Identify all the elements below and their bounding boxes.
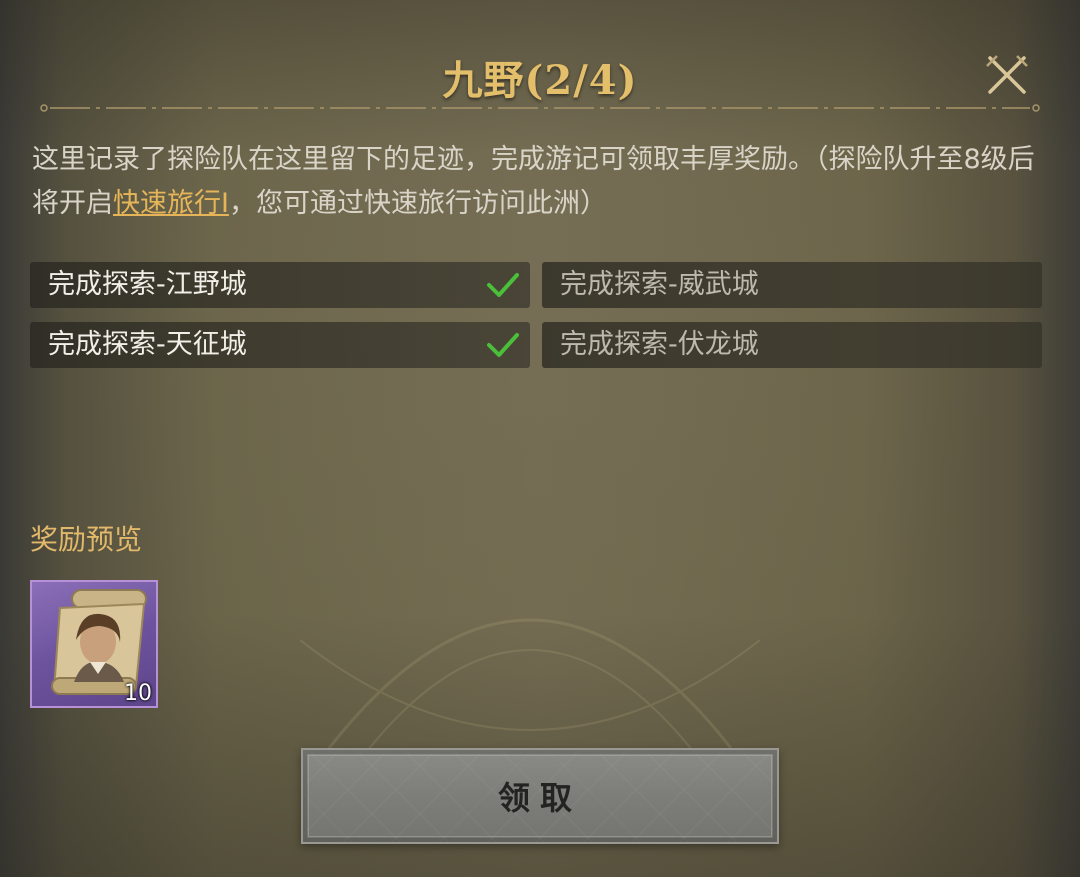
fast-travel-link[interactable]: 快速旅行I: [113, 188, 229, 219]
claim-button[interactable]: 领取: [301, 748, 779, 844]
reward-item[interactable]: 10: [30, 580, 158, 708]
task-label: 完成探索-伏龙城: [560, 329, 759, 360]
close-crossed-swords-icon: [986, 55, 1028, 94]
close-button[interactable]: [984, 54, 1030, 96]
reward-count: 10: [124, 681, 152, 706]
checkmark-icon: [487, 273, 519, 297]
page-title: 九野(2/4): [442, 57, 638, 104]
reward-preview-heading: 奖励预览: [30, 523, 143, 556]
task-label: 完成探索-天征城: [48, 329, 247, 360]
claim-button-label: 领取: [497, 779, 582, 817]
background-ornament: [300, 618, 760, 761]
journal-panel: 九野(2/4) 这里记录了探险队在这里留下的足迹，完成游记可领取丰厚奖励。（探险…: [0, 0, 1080, 877]
task-label: 完成探索-江野城: [48, 269, 247, 300]
description-text-part2: ，您可通过快速旅行访问此洲）: [228, 188, 607, 219]
task-item: 完成探索-江野城: [30, 262, 530, 308]
description-text: 这里记录了探险队在这里留下的足迹，完成游记可领取丰厚奖励。（探险队升至8级后将开…: [32, 138, 1042, 226]
title-divider: [40, 104, 1040, 112]
checkmark-icon: [487, 333, 519, 357]
task-item: 完成探索-伏龙城: [542, 322, 1042, 368]
task-label: 完成探索-威武城: [560, 269, 759, 300]
task-item: 完成探索-威武城: [542, 262, 1042, 308]
task-item: 完成探索-天征城: [30, 322, 530, 368]
